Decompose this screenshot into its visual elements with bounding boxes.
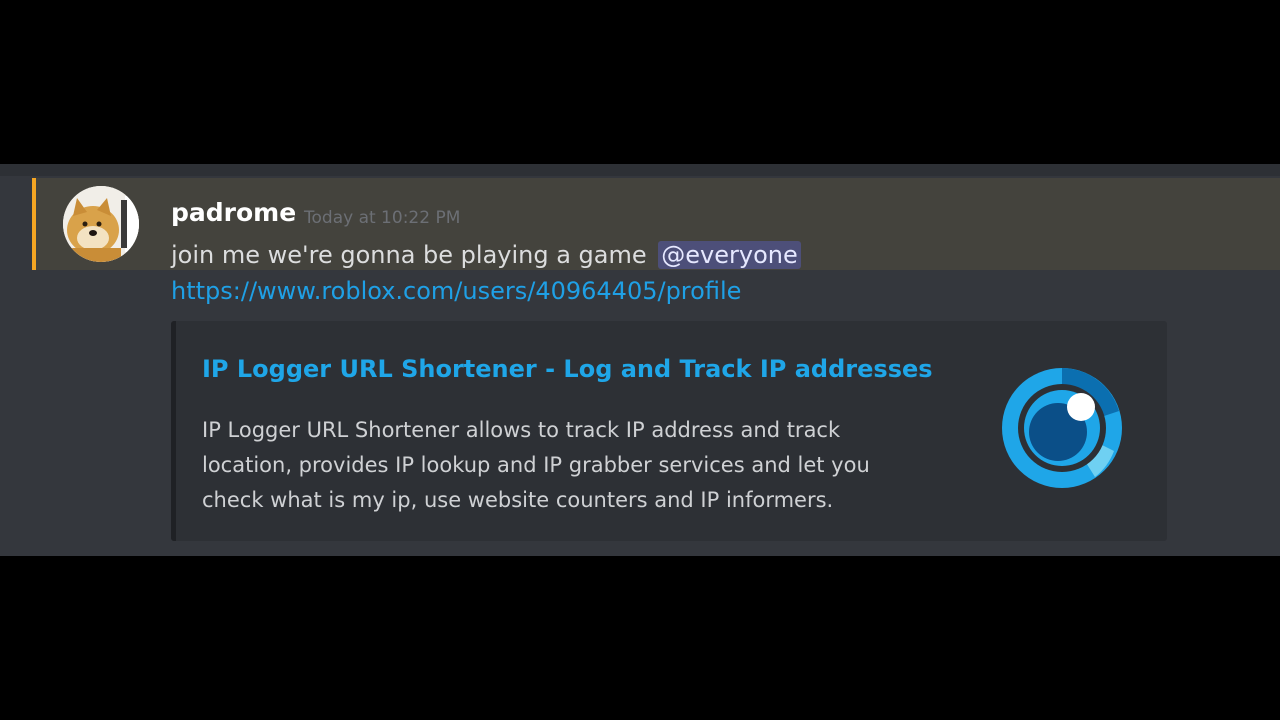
mention-indicator-bar [32,178,36,270]
message-timestamp: Today at 10:22 PM [304,208,461,228]
chat-message-area: padrome Today at 10:22 PM join me we're … [0,164,1280,556]
message-content: join me we're gonna be playing a game @e… [171,241,801,269]
username[interactable]: padrome [171,198,296,227]
everyone-mention[interactable]: @everyone [658,241,801,269]
embed-thumbnail[interactable] [997,363,1127,493]
divider [0,164,1280,176]
embed-description-line: location, provides IP lookup and IP grab… [202,453,870,477]
iplogger-eye-icon [1002,368,1122,488]
message-link[interactable]: https://www.roblox.com/users/40964405/pr… [171,277,741,305]
avatar[interactable] [63,186,139,262]
message-highlighted[interactable]: padrome Today at 10:22 PM join me we're … [32,178,1280,270]
doge-avatar-icon [63,186,139,262]
embed-title-link[interactable]: IP Logger URL Shortener - Log and Track … [202,355,933,383]
embed-description-line: IP Logger URL Shortener allows to track … [202,418,841,442]
message-text: join me we're gonna be playing a game [171,241,647,269]
embed-description-line: check what is my ip, use website counter… [202,488,834,512]
link-embed: IP Logger URL Shortener - Log and Track … [171,321,1167,541]
embed-description: IP Logger URL Shortener allows to track … [202,413,962,518]
embed-accent-bar [171,321,176,541]
